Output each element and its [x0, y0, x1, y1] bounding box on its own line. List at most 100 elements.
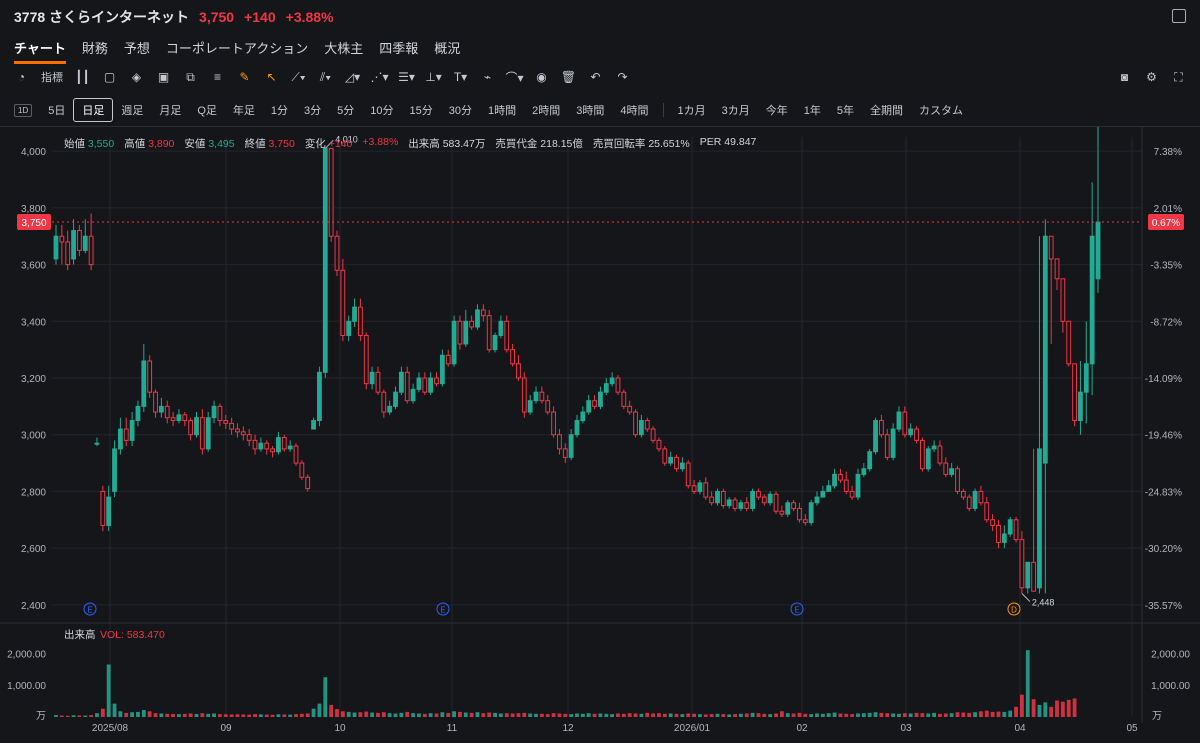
- tf-2h[interactable]: 2時間: [524, 99, 568, 121]
- rectangle-icon[interactable]: ▢: [102, 70, 117, 85]
- candle-body: [147, 360, 153, 393]
- volume-bar: [387, 713, 392, 717]
- tf-monthly[interactable]: 月足: [151, 99, 189, 121]
- stock-change: +140: [244, 9, 276, 25]
- volume-bar: [932, 712, 936, 717]
- redo-icon[interactable]: ↷: [615, 70, 630, 85]
- tf-quarterly[interactable]: Q足: [189, 99, 225, 121]
- candle-body: [123, 428, 129, 441]
- eye-icon[interactable]: ◉: [534, 70, 549, 85]
- trash-icon[interactable]: 🗑: [561, 70, 576, 85]
- candle-body: [826, 485, 832, 492]
- volume-bar: [299, 713, 304, 717]
- tf-5d[interactable]: 5日: [40, 99, 73, 121]
- candle-body: [229, 422, 235, 430]
- volume-bar: [657, 713, 661, 717]
- shape-icon[interactable]: ⌒▾: [505, 70, 523, 85]
- volume-bar: [493, 712, 497, 717]
- volume-bar: [475, 712, 480, 717]
- candle-body: [428, 377, 434, 393]
- range-5y[interactable]: 5年: [829, 99, 862, 121]
- candle-body: [644, 420, 650, 430]
- lines-icon[interactable]: ≡: [210, 70, 225, 85]
- price-chart[interactable]: 4,000 7.38% 3,800 2.01% 3,600 -3.35% 3,400 -8.7…: [0, 127, 1200, 743]
- range-custom[interactable]: カスタム: [911, 99, 971, 121]
- tab-shareholders[interactable]: 大株主: [324, 38, 363, 64]
- range-ytd[interactable]: 今年: [758, 99, 796, 121]
- pen-icon[interactable]: ⌁: [480, 70, 495, 85]
- tab-financials[interactable]: 財務: [82, 38, 108, 64]
- x-tick-label: 10: [334, 723, 346, 734]
- volume-bar: [358, 712, 363, 717]
- candle-body: [908, 428, 914, 436]
- y-tick-label: 3,600: [21, 261, 46, 272]
- candle-body: [896, 411, 902, 430]
- pattern-icon[interactable]: ⋰▾: [370, 70, 388, 85]
- tf-5min[interactable]: 5分: [329, 99, 362, 121]
- brush-icon[interactable]: ✎: [237, 70, 252, 85]
- x-tick-label: 12: [562, 723, 574, 734]
- change-value: +140: [328, 138, 353, 150]
- text-icon[interactable]: T▾: [453, 70, 468, 85]
- range-1y[interactable]: 1年: [796, 99, 829, 121]
- volume-bar: [1008, 710, 1013, 717]
- tf-3h[interactable]: 3時間: [568, 99, 612, 121]
- undo-icon[interactable]: ↶: [588, 70, 603, 85]
- gear-icon[interactable]: ⚙: [1144, 70, 1159, 85]
- indicators-button[interactable]: 指標: [41, 69, 63, 85]
- tab-overview[interactable]: 概況: [434, 38, 460, 64]
- tf-1h[interactable]: 1時間: [480, 99, 524, 121]
- camera-icon[interactable]: ◙: [1117, 70, 1132, 85]
- tf-yearly[interactable]: 年足: [225, 99, 263, 121]
- pitchfork-icon[interactable]: ⫽▾: [318, 70, 333, 85]
- volume-bar: [984, 710, 989, 717]
- volume-bar: [434, 713, 439, 717]
- tf-15min[interactable]: 15分: [402, 99, 441, 121]
- candle-body: [334, 235, 340, 271]
- triangle-icon[interactable]: ◿▾: [345, 70, 360, 85]
- compare-icon[interactable]: ⧉: [183, 70, 198, 85]
- vb-icon[interactable]: ▣: [156, 70, 171, 85]
- layers-icon[interactable]: ◈: [129, 70, 144, 85]
- trendline-icon[interactable]: ⟋▾: [291, 70, 306, 85]
- tab-forecast[interactable]: 予想: [124, 38, 150, 64]
- expand-icon[interactable]: [1172, 9, 1186, 23]
- candle-body: [545, 400, 551, 413]
- fullscreen-icon[interactable]: ⛶: [1171, 70, 1186, 85]
- tf-3min[interactable]: 3分: [296, 99, 329, 121]
- tf-daily[interactable]: 日足: [73, 98, 114, 122]
- candle-type-icon[interactable]: ┃┃: [75, 70, 90, 85]
- fib-icon[interactable]: ☰▾: [398, 70, 415, 85]
- tf-30min[interactable]: 30分: [441, 99, 480, 121]
- volume-bar: [171, 713, 175, 717]
- range-3m[interactable]: 3カ月: [714, 99, 758, 121]
- tab-chart[interactable]: チャート: [14, 38, 66, 64]
- candle-body: [129, 420, 135, 441]
- cursor-icon[interactable]: ↖: [264, 70, 279, 85]
- vol-tick-label: 1,000.00: [7, 681, 46, 692]
- volume-bar: [955, 712, 960, 717]
- tab-quarterly[interactable]: 四季報: [379, 38, 418, 64]
- candle-body: [744, 502, 750, 509]
- candle-body: [890, 428, 896, 458]
- candle-body: [223, 420, 229, 424]
- candle-body: [53, 235, 59, 260]
- volume-vol-label: VOL: 583.470: [100, 629, 165, 641]
- timeframe-1d-box[interactable]: 1D: [14, 103, 33, 117]
- candle-body: [100, 490, 106, 526]
- range-1m[interactable]: 1カ月: [670, 99, 714, 121]
- candle-body: [94, 442, 100, 445]
- tf-weekly[interactable]: 週足: [113, 99, 151, 121]
- candle-body: [797, 507, 802, 521]
- range-all[interactable]: 全期間: [862, 99, 911, 121]
- candle-body: [562, 448, 568, 458]
- tf-1min[interactable]: 1分: [263, 99, 296, 121]
- measure-icon[interactable]: ⊥▾: [425, 70, 441, 85]
- tf-4h[interactable]: 4時間: [612, 99, 656, 121]
- volume-bar: [598, 713, 603, 717]
- gauge-icon[interactable]: ◔: [14, 70, 29, 85]
- volume-bar: [809, 714, 814, 717]
- tf-10min[interactable]: 10分: [362, 99, 401, 121]
- tab-corporate-actions[interactable]: コーポレートアクション: [166, 38, 308, 64]
- x-tick-label: 02: [796, 723, 808, 734]
